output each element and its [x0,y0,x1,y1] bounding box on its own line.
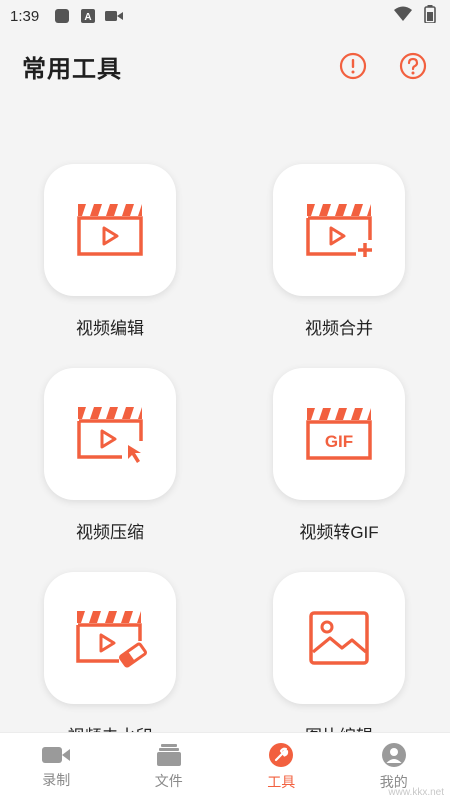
wrench-icon [269,742,294,767]
tool-video-merge[interactable]: 视频合并 [259,164,419,339]
folder-icon [156,743,181,766]
tool-card [44,164,176,296]
tool-card [44,572,176,704]
tool-card [273,164,405,296]
gif-icon-text: GIF [325,432,353,451]
clapper-gif-icon: GIF [306,408,372,460]
nav-label: 文件 [154,772,183,789]
help-button[interactable] [398,51,428,81]
a-icon: A [79,7,97,25]
tool-video-compress[interactable]: 视频压缩 [30,368,190,543]
user-icon [381,742,406,767]
nav-tools[interactable]: 工具 [225,733,338,800]
nav-record[interactable]: 录制 [0,733,113,800]
tool-video-to-gif[interactable]: GIF 视频转GIF [259,368,419,543]
tool-card [273,572,405,704]
tool-label: 视频转GIF [299,523,379,542]
clapper-cursor-icon [77,407,143,463]
page-title: 常用工具 [22,55,122,83]
tool-label: 视频去水印 [68,722,153,732]
svg-text:A: A [85,12,92,23]
tool-video-remove-watermark[interactable]: 视频去水印 [30,572,190,732]
bottom-nav: 录制 文件 工具 我的 www.kkx.net [0,732,450,800]
watermark: www.kkx.net [388,787,444,798]
nav-label: 录制 [42,771,71,788]
info-icon [339,52,367,80]
tool-card: GIF [273,368,405,500]
tool-label: 图片编辑 [305,722,373,732]
clapper-play-icon [77,204,143,256]
tools-grid: 视频编辑 视频合并 视频压缩 GIF 视频转GIF [0,160,450,732]
battery-icon [424,4,436,28]
tool-image-edit[interactable]: 图片编辑 [259,572,419,732]
tool-label: 视频压缩 [76,523,144,542]
status-bar: 1:39 A [0,0,450,32]
nav-files[interactable]: 文件 [113,733,226,800]
camera-icon [42,746,71,763]
video-icon [105,7,124,25]
status-time: 1:39 [10,7,40,25]
tool-label: 视频编辑 [76,319,144,338]
image-icon [309,611,369,665]
header: 常用工具 [0,38,450,94]
nav-label: 工具 [267,773,296,790]
square-icon [53,7,71,25]
tool-video-edit[interactable]: 视频编辑 [30,164,190,339]
clapper-plus-icon [306,204,372,257]
tool-card [44,368,176,500]
info-button[interactable] [338,51,368,81]
clapper-eraser-icon [76,611,147,668]
wifi-icon [394,6,412,27]
tool-label: 视频合并 [305,319,373,338]
help-icon [399,52,427,80]
